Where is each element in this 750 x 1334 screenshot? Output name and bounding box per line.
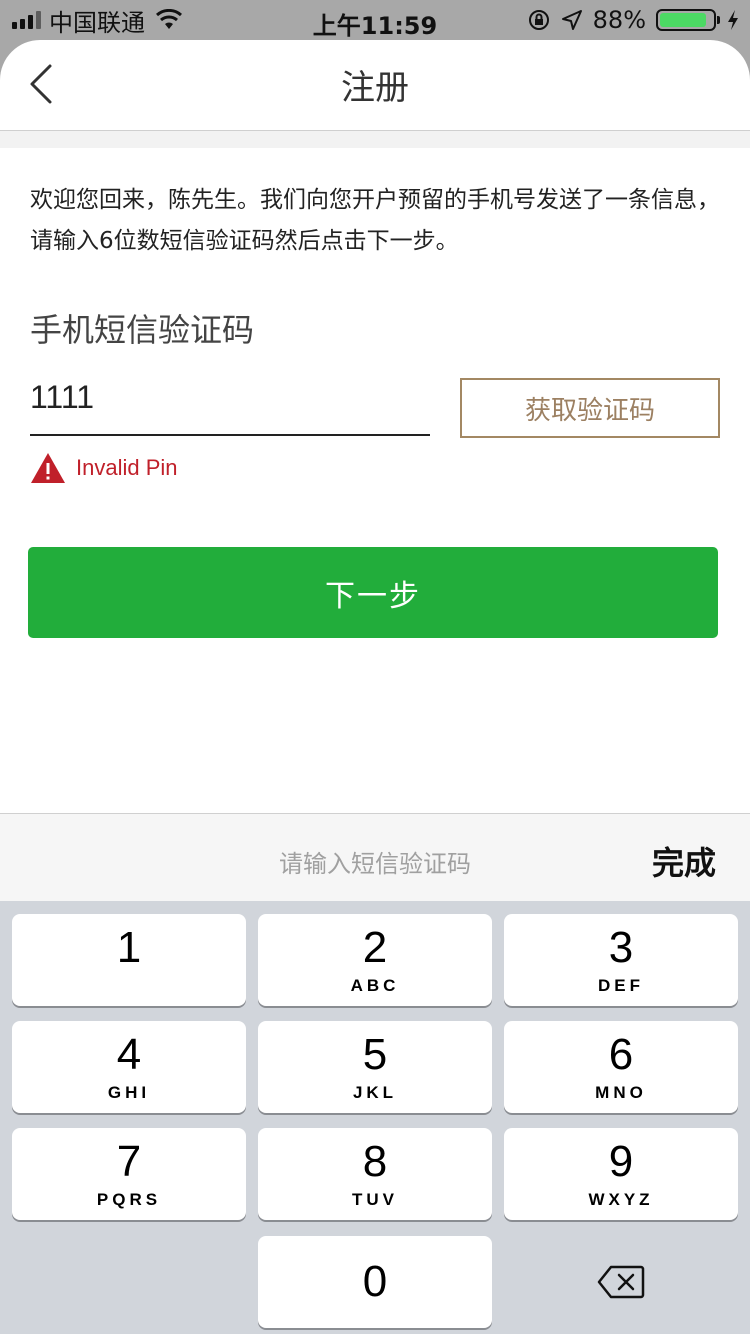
- key-number: 7: [116, 1137, 142, 1186]
- key-number: 2: [362, 923, 388, 972]
- key-number: 3: [608, 923, 634, 972]
- key-number: 4: [116, 1030, 142, 1079]
- charging-bolt-icon: [728, 10, 738, 30]
- done-button[interactable]: 完成: [652, 838, 716, 884]
- get-code-button[interactable]: 获取验证码: [460, 378, 720, 438]
- keyboard-toolbar: 请输入短信验证码 完成: [0, 813, 750, 902]
- section-divider: [0, 131, 750, 148]
- orientation-lock-icon: [528, 10, 549, 30]
- warning-icon: [31, 453, 65, 483]
- key-number: 1: [116, 923, 142, 972]
- key-8[interactable]: 8 TUV: [258, 1128, 492, 1220]
- next-step-button[interactable]: 下一步: [28, 547, 718, 638]
- error-text: Invalid Pin: [76, 455, 178, 480]
- key-letters: GHI: [107, 1083, 151, 1102]
- key-7[interactable]: 7 PQRS: [12, 1128, 246, 1220]
- next-step-label: 下一步: [325, 578, 421, 614]
- key-letters: DEF: [598, 976, 644, 995]
- key-letters: ABC: [350, 976, 400, 995]
- battery-percent: 88%: [592, 6, 646, 34]
- status-right: 88%: [527, 6, 740, 34]
- key-number: 6: [608, 1030, 634, 1079]
- key-1[interactable]: 1: [12, 914, 246, 1006]
- key-0[interactable]: 0: [258, 1236, 492, 1328]
- key-number: 9: [608, 1137, 634, 1186]
- key-letters: MNO: [595, 1083, 647, 1102]
- sms-code-label: 手机短信验证码: [30, 311, 255, 349]
- navigation-bar: 注册: [0, 40, 750, 131]
- status-bar: 中国联通 上午11:59 88%: [0, 0, 750, 40]
- key-6[interactable]: 6 MNO: [504, 1021, 738, 1113]
- intro-text: 欢迎您回来，陈先生。我们向您开户预留的手机号发送了一条信息，请输入6位数短信验证…: [30, 187, 720, 254]
- key-3[interactable]: 3 DEF: [504, 914, 738, 1006]
- key-2[interactable]: 2 ABC: [258, 914, 492, 1006]
- key-letters: PQRS: [96, 1190, 162, 1209]
- key-4[interactable]: 4 GHI: [12, 1021, 246, 1113]
- location-arrow-icon: [561, 10, 582, 30]
- backspace-icon: [597, 1265, 645, 1299]
- key-letters: TUV: [352, 1190, 398, 1209]
- key-letters: WXYZ: [588, 1190, 654, 1209]
- key-number: 8: [362, 1137, 388, 1186]
- key-5[interactable]: 5 JKL: [258, 1021, 492, 1113]
- backspace-key[interactable]: [504, 1236, 738, 1328]
- key-9[interactable]: 9 WXYZ: [504, 1128, 738, 1220]
- battery-icon: [656, 9, 720, 31]
- key-letters: JKL: [352, 1083, 398, 1102]
- error-message: Invalid Pin: [30, 452, 178, 484]
- get-code-label: 获取验证码: [524, 395, 655, 426]
- sms-code-input[interactable]: [30, 370, 430, 436]
- keyboard-placeholder: 请输入短信验证码: [279, 850, 471, 878]
- key-number: 0: [362, 1257, 388, 1306]
- page-title: 注册: [341, 68, 409, 108]
- key-number: 5: [362, 1030, 388, 1079]
